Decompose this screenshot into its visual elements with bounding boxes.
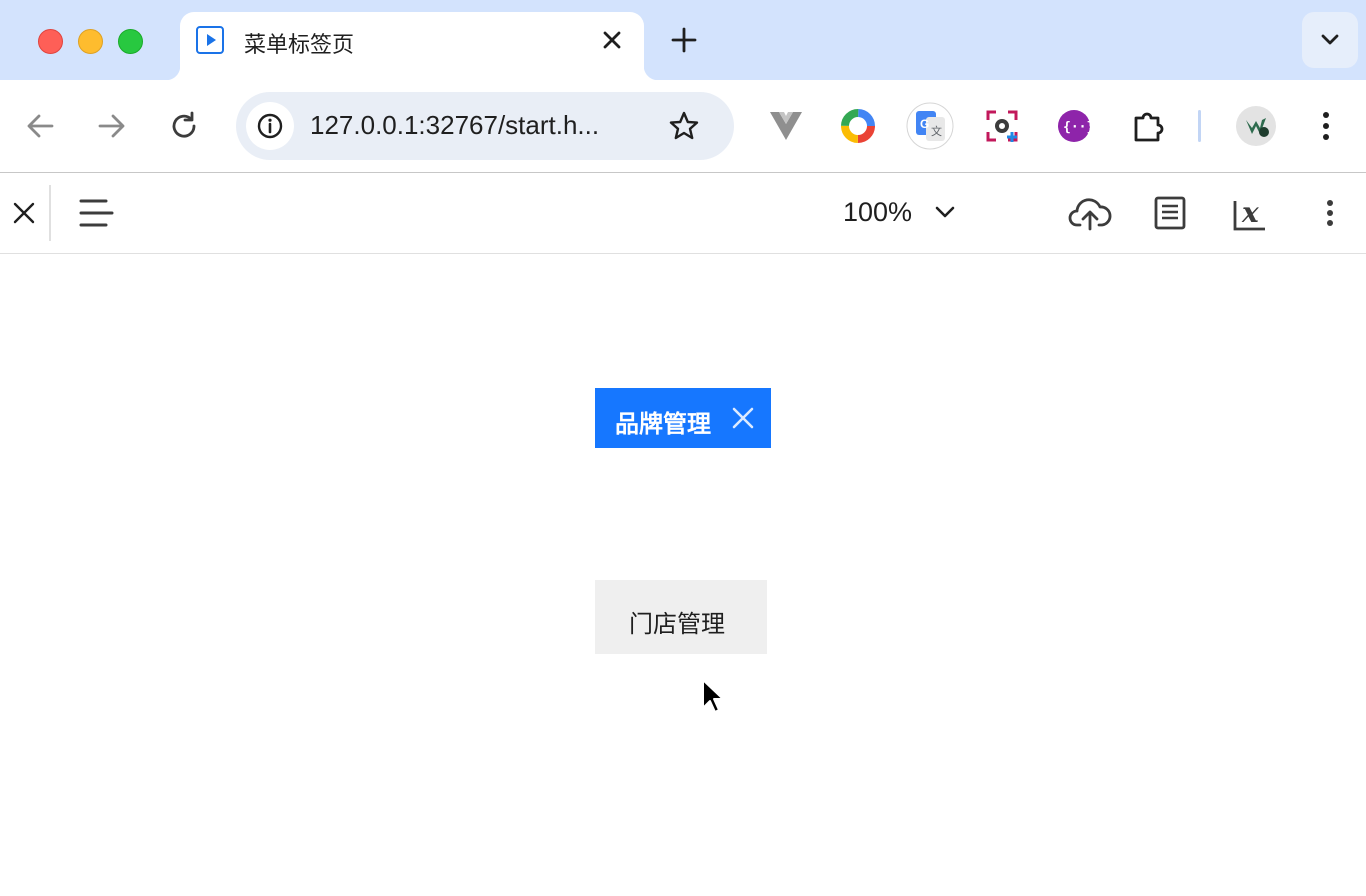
svg-text:G: G xyxy=(920,117,929,131)
menu-tag-label: 品牌管理 xyxy=(615,411,711,438)
chevron-down-icon[interactable] xyxy=(934,205,956,224)
viewer-divider xyxy=(49,185,51,241)
json-formatter-icon[interactable]: {··} xyxy=(1054,106,1094,146)
info-icon[interactable] xyxy=(246,102,294,150)
svg-text:x: x xyxy=(1241,196,1259,229)
tab-title: 菜单标签页 xyxy=(244,32,355,57)
url-text[interactable]: 127.0.0.1:32767/start.h... xyxy=(310,110,599,141)
profile-avatar[interactable] xyxy=(1234,104,1278,148)
extensions-puzzle-icon[interactable] xyxy=(1128,106,1168,146)
screenshot-capture-icon[interactable] xyxy=(982,106,1022,146)
svg-text:文: 文 xyxy=(931,124,942,138)
menu-tag-store-management[interactable]: 门店管理 xyxy=(595,580,767,654)
google-translate-icon[interactable]: G 文 xyxy=(906,102,954,150)
cloud-upload-icon[interactable] xyxy=(1068,195,1112,236)
document-icon[interactable] xyxy=(1152,195,1188,236)
forward-arrow-icon[interactable] xyxy=(94,108,130,144)
menu-tag-label: 门店管理 xyxy=(629,611,725,638)
play-icon xyxy=(196,26,224,54)
tab-strip: 菜单标签页 xyxy=(0,0,1366,80)
more-options-icon[interactable] xyxy=(1314,197,1346,234)
maximize-window-button[interactable] xyxy=(118,29,143,54)
close-icon[interactable] xyxy=(12,201,36,230)
new-tab-icon[interactable] xyxy=(670,26,698,54)
address-bar[interactable]: 127.0.0.1:32767/start.h... xyxy=(236,92,734,160)
zoom-level[interactable]: 100% xyxy=(843,197,912,228)
active-tab[interactable]: 菜单标签页 xyxy=(166,12,658,80)
chevron-down-icon xyxy=(1321,34,1339,45)
hamburger-menu-icon[interactable] xyxy=(78,197,114,236)
tab-close-icon[interactable] xyxy=(600,28,624,52)
viewer-toolbar: 100% x xyxy=(0,173,1366,254)
tab-search-button[interactable] xyxy=(1302,12,1358,68)
toolbar-divider xyxy=(1198,110,1201,142)
menu-tag-brand-management[interactable]: 品牌管理 xyxy=(595,388,771,448)
bookmark-star-icon[interactable] xyxy=(668,110,700,147)
minimize-window-button[interactable] xyxy=(78,29,103,54)
color-picker-ring-icon[interactable] xyxy=(838,106,878,146)
reload-icon[interactable] xyxy=(166,108,202,144)
vue-devtools-icon[interactable] xyxy=(766,106,806,146)
close-icon[interactable] xyxy=(731,406,755,435)
svg-text:{··}: {··} xyxy=(1063,120,1094,135)
browser-menu-icon[interactable] xyxy=(1306,106,1346,146)
close-window-button[interactable] xyxy=(38,29,63,54)
formula-variable-icon[interactable]: x xyxy=(1230,195,1270,238)
back-arrow-icon[interactable] xyxy=(22,108,58,144)
mouse-pointer-icon xyxy=(700,678,726,721)
